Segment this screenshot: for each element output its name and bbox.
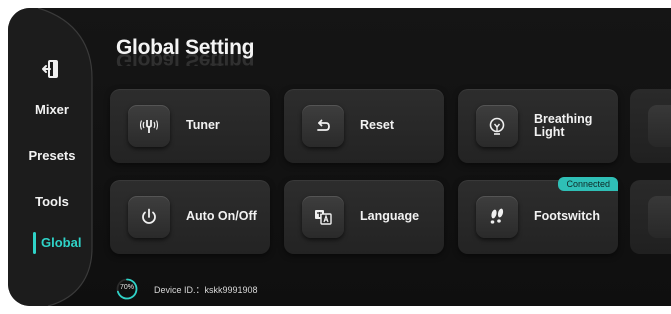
sidebar: Mixer Presets Tools Global: [8, 8, 96, 306]
breathing-light-icon-box: [476, 105, 518, 147]
lightbulb-icon: [489, 117, 505, 135]
sidebar-item-label: Global: [41, 235, 82, 250]
page-title-reflection: Global Setting: [116, 54, 255, 66]
sidebar-item-label: Mixer: [35, 102, 69, 117]
device-id: Device ID.：kskk9991908: [154, 285, 258, 295]
footswitch-card[interactable]: Connected Footswitch: [458, 177, 618, 254]
app-window: Mixer Presets Tools Global Global Settin…: [8, 8, 671, 306]
battery-percent: 70%: [119, 284, 134, 291]
partial-icon-box: [648, 105, 671, 147]
sidebar-item-label: Presets: [28, 148, 76, 163]
connected-badge: Connected: [558, 177, 618, 191]
page-title-block: Global Setting Global Setting: [116, 36, 254, 66]
language-icon-box: [302, 196, 344, 238]
partial-card-row1[interactable]: [630, 89, 671, 163]
breathing-light-label: Breathing Light: [534, 113, 592, 139]
tuner-fork-icon: [139, 120, 159, 133]
undo-arrow-icon: [317, 119, 330, 131]
partial-icon-box: [648, 196, 671, 238]
sidebar-item-presets[interactable]: Presets: [8, 148, 96, 163]
footprint-icon: [490, 208, 504, 224]
sidebar-item-tools[interactable]: Tools: [8, 194, 96, 209]
active-indicator: [33, 232, 36, 254]
language-card[interactable]: Language: [284, 180, 444, 254]
sidebar-item-label: Tools: [35, 194, 69, 209]
reset-label: Reset: [360, 118, 395, 132]
sidebar-item-global[interactable]: Global: [33, 229, 85, 257]
auto-onoff-card[interactable]: Auto On/Off: [110, 180, 270, 254]
breathing-light-label-text: Breathing Light: [534, 112, 593, 139]
reset-icon-box: [302, 105, 344, 147]
exit-door-icon[interactable]: [40, 58, 62, 80]
language-label: Language: [360, 209, 420, 223]
footswitch-label: Footswitch: [534, 209, 600, 223]
sidebar-item-mixer[interactable]: Mixer: [8, 102, 96, 117]
partial-card-row2[interactable]: [630, 180, 671, 254]
reset-card[interactable]: Reset: [284, 89, 444, 163]
translate-icon: [315, 210, 332, 225]
power-icon: [142, 208, 156, 224]
footswitch-icon-box: [476, 196, 518, 238]
auto-onoff-icon-box: [128, 196, 170, 238]
breathing-light-card[interactable]: Breathing Light: [458, 89, 618, 163]
auto-onoff-label: Auto On/Off: [186, 209, 257, 223]
tuner-icon-box: [128, 105, 170, 147]
tuner-label: Tuner: [186, 118, 220, 132]
tuner-card[interactable]: Tuner: [110, 89, 270, 163]
